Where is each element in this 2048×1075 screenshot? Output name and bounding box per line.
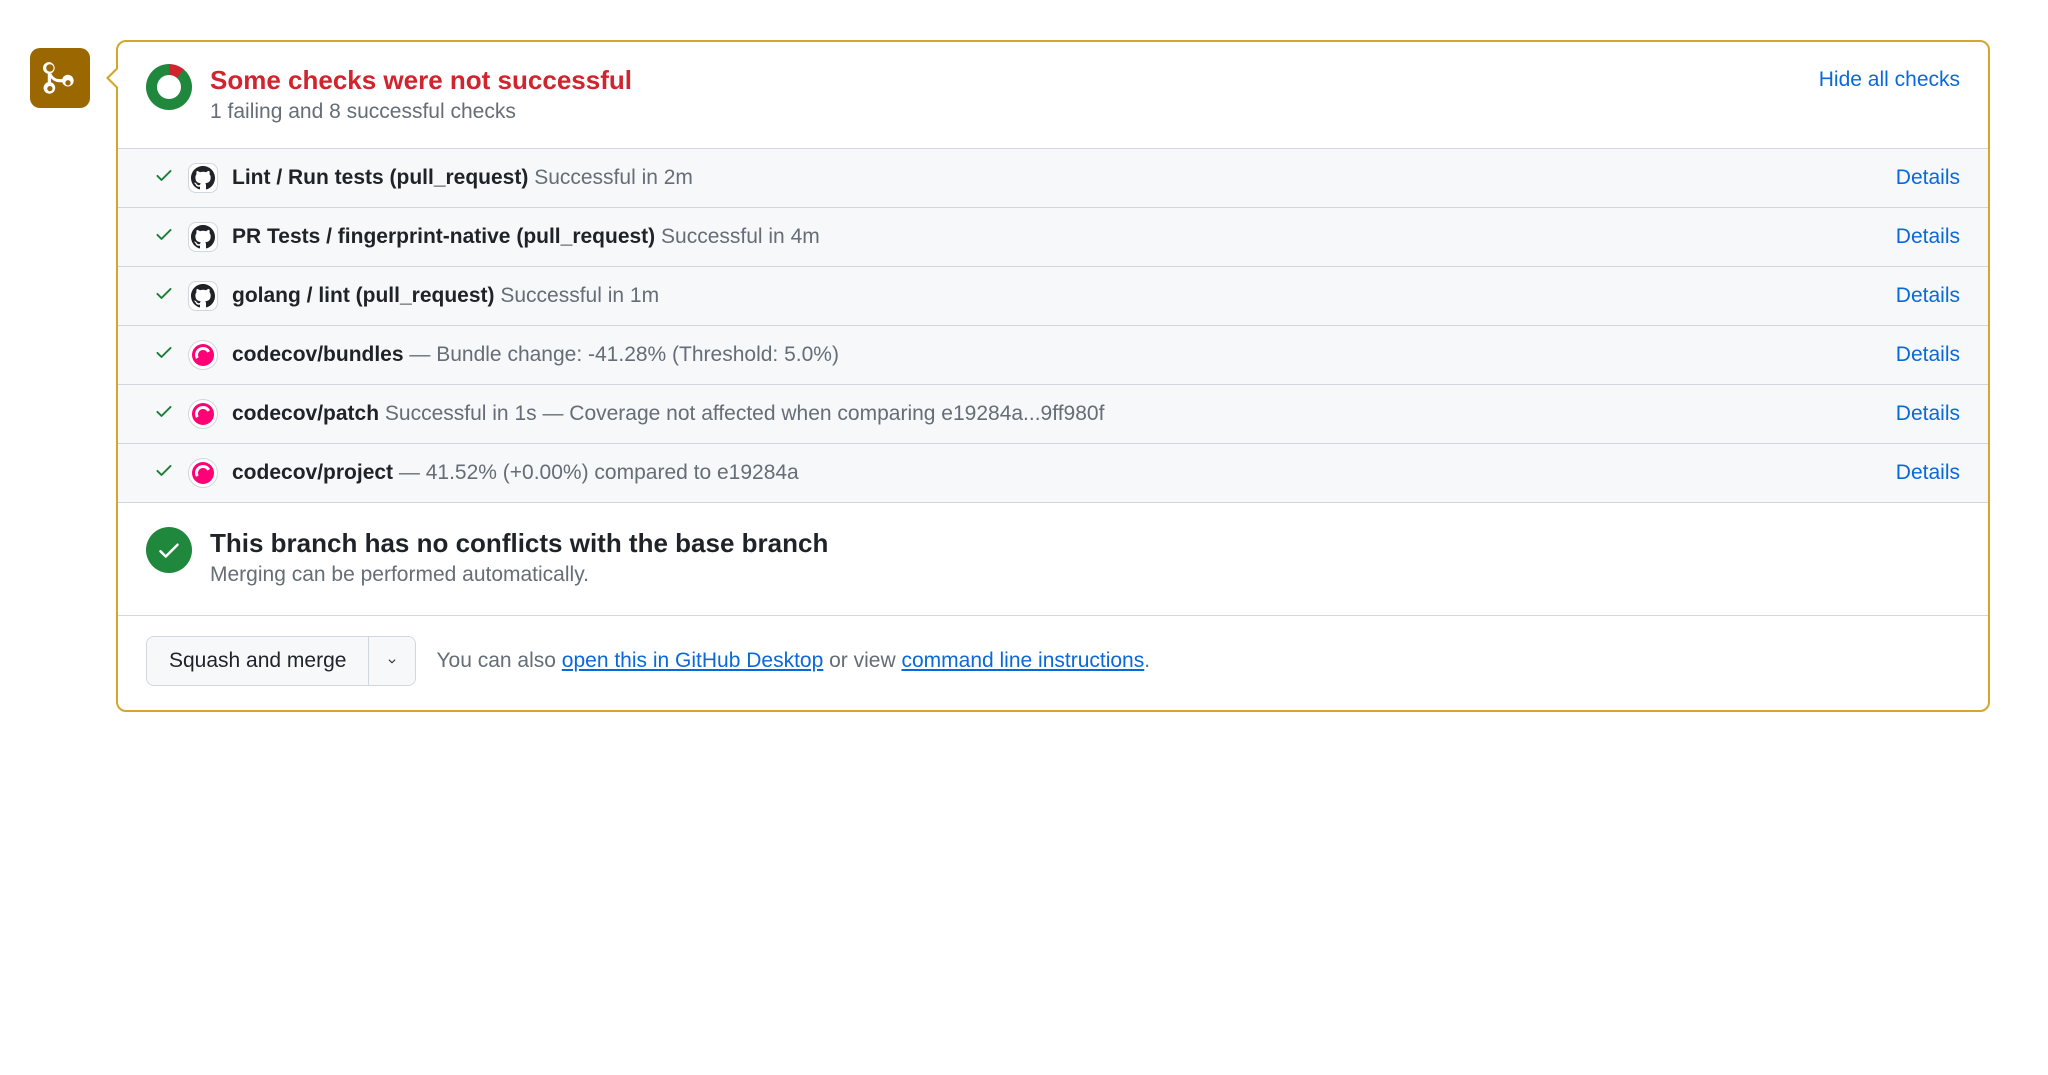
check-meta: Successful in 1m (495, 284, 660, 307)
merge-method-dropdown-button[interactable] (369, 637, 415, 685)
codecov-icon (188, 458, 218, 488)
codecov-icon (188, 399, 218, 429)
check-row: PR Tests / fingerprint-native (pull_requ… (118, 208, 1988, 267)
check-meta: Successful in 4m (655, 225, 820, 248)
check-meta: Successful in 1s — Coverage not affected… (379, 402, 1104, 425)
merge-footer: Squash and merge You can also open this … (118, 615, 1988, 710)
timeline-merge-badge (30, 48, 90, 108)
merge-status-subtitle: Merging can be performed automatically. (210, 563, 828, 587)
check-label: codecov/bundles — Bundle change: -41.28%… (232, 341, 1882, 368)
check-row: golang / lint (pull_request) Successful … (118, 267, 1988, 326)
check-details-link[interactable]: Details (1896, 461, 1960, 485)
check-icon (156, 537, 182, 563)
checks-donut-icon (146, 64, 192, 110)
check-meta: Successful in 2m (528, 166, 693, 189)
check-row: Lint / Run tests (pull_request) Successf… (118, 149, 1988, 208)
github-icon (188, 163, 218, 193)
check-success-icon (154, 342, 174, 368)
squash-and-merge-button[interactable]: Squash and merge (147, 637, 369, 685)
check-success-icon (154, 460, 174, 486)
merge-status-title: This branch has no conflicts with the ba… (210, 527, 828, 561)
check-label: PR Tests / fingerprint-native (pull_requ… (232, 223, 1882, 250)
github-icon (188, 222, 218, 252)
merge-button-group: Squash and merge (146, 636, 416, 686)
check-label: Lint / Run tests (pull_request) Successf… (232, 164, 1882, 191)
merge-panel: Some checks were not successful 1 failin… (116, 40, 1990, 712)
hide-all-checks-link[interactable]: Hide all checks (1819, 68, 1960, 92)
checks-status-subtitle: 1 failing and 8 successful checks (210, 100, 1801, 124)
checks-status-header: Some checks were not successful 1 failin… (118, 42, 1988, 148)
footer-post-text: . (1144, 649, 1150, 672)
checks-list: Lint / Run tests (pull_request) Successf… (118, 148, 1988, 502)
command-line-instructions-link[interactable]: command line instructions (901, 649, 1144, 672)
check-details-link[interactable]: Details (1896, 402, 1960, 426)
check-details-link[interactable]: Details (1896, 343, 1960, 367)
merge-status-section: This branch has no conflicts with the ba… (118, 502, 1988, 615)
check-details-link[interactable]: Details (1896, 166, 1960, 190)
check-success-icon (154, 165, 174, 191)
check-details-link[interactable]: Details (1896, 284, 1960, 308)
check-success-icon (154, 401, 174, 427)
check-row: codecov/bundles — Bundle change: -41.28%… (118, 326, 1988, 385)
footer-pre-text: You can also (436, 649, 561, 672)
github-icon (188, 281, 218, 311)
open-in-github-desktop-link[interactable]: open this in GitHub Desktop (562, 649, 823, 672)
check-label: golang / lint (pull_request) Successful … (232, 282, 1882, 309)
check-name: codecov/project (232, 461, 393, 484)
check-success-icon (154, 224, 174, 250)
check-meta: — Bundle change: -41.28% (Threshold: 5.0… (404, 343, 839, 366)
check-details-link[interactable]: Details (1896, 225, 1960, 249)
check-row: codecov/patch Successful in 1s — Coverag… (118, 385, 1988, 444)
check-row: codecov/project — 41.52% (+0.00%) compar… (118, 444, 1988, 502)
codecov-icon (188, 340, 218, 370)
check-meta: — 41.52% (+0.00%) compared to e19284a (393, 461, 799, 484)
check-name: codecov/patch (232, 402, 379, 425)
checks-status-title: Some checks were not successful (210, 64, 1801, 98)
check-name: PR Tests / fingerprint-native (pull_requ… (232, 225, 655, 248)
merge-ok-icon (146, 527, 192, 573)
footer-mid-text: or view (823, 649, 901, 672)
check-name: codecov/bundles (232, 343, 404, 366)
check-label: codecov/patch Successful in 1s — Coverag… (232, 400, 1882, 427)
check-name: Lint / Run tests (pull_request) (232, 166, 528, 189)
merge-footer-text: You can also open this in GitHub Desktop… (436, 649, 1150, 673)
check-success-icon (154, 283, 174, 309)
git-merge-icon (43, 61, 77, 95)
caret-down-icon (385, 654, 399, 668)
check-name: golang / lint (pull_request) (232, 284, 495, 307)
check-label: codecov/project — 41.52% (+0.00%) compar… (232, 459, 1882, 486)
